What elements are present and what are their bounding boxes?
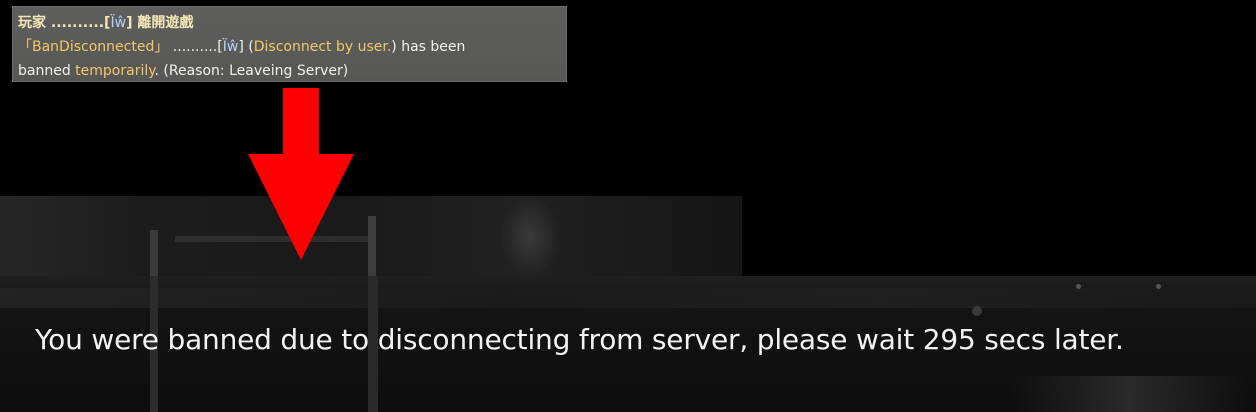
ban-duration: temporarily [75,63,155,79]
scene-beam [150,230,158,278]
chat-text: 玩家 ..........[ [18,15,111,31]
chat-text: ] ( [238,39,254,55]
chat-line-player-left: 玩家 ..........[Ïŵ] 離開遊戲 [18,11,561,35]
down-arrow-icon [248,88,354,260]
player-tag: Ïŵ [110,15,127,31]
chat-text: banned [18,63,76,79]
scene-streak [1010,376,1250,412]
scene-light [1076,284,1081,289]
ban-message: You were banned due to disconnecting fro… [35,323,1124,356]
ban-label: BanDisconnected [32,39,155,55]
chat-log-panel: 玩家 ..........[Ïŵ] 離開遊戲 「BanDisconnected」… [12,6,567,82]
scene-band [0,288,1256,308]
chat-text: ] 離開遊戲 [126,15,194,31]
game-screen: 玩家 ..........[Ïŵ] 離開遊戲 「BanDisconnected」… [0,0,1256,412]
scene-shadow [500,196,560,278]
scene-light [1156,284,1161,289]
chat-text: ..........[ [168,39,223,55]
chat-text: 」 [154,39,169,55]
chat-text: 「 [18,39,32,55]
chat-line-ban-reason: banned temporarily. (Reason: Leaveing Se… [18,59,561,83]
disconnect-reason: Disconnect by user. [253,39,392,55]
ban-reason: . (Reason: Leaveing Server) [154,63,349,79]
chat-line-ban-notice: 「BanDisconnected」 ..........[Ïŵ] (Discon… [18,35,561,59]
scene-beam [368,216,376,278]
player-tag: Ïŵ [222,39,239,55]
scene-light [972,306,982,316]
background-scene-upper [0,196,742,278]
chat-text: ) has been [391,39,466,55]
